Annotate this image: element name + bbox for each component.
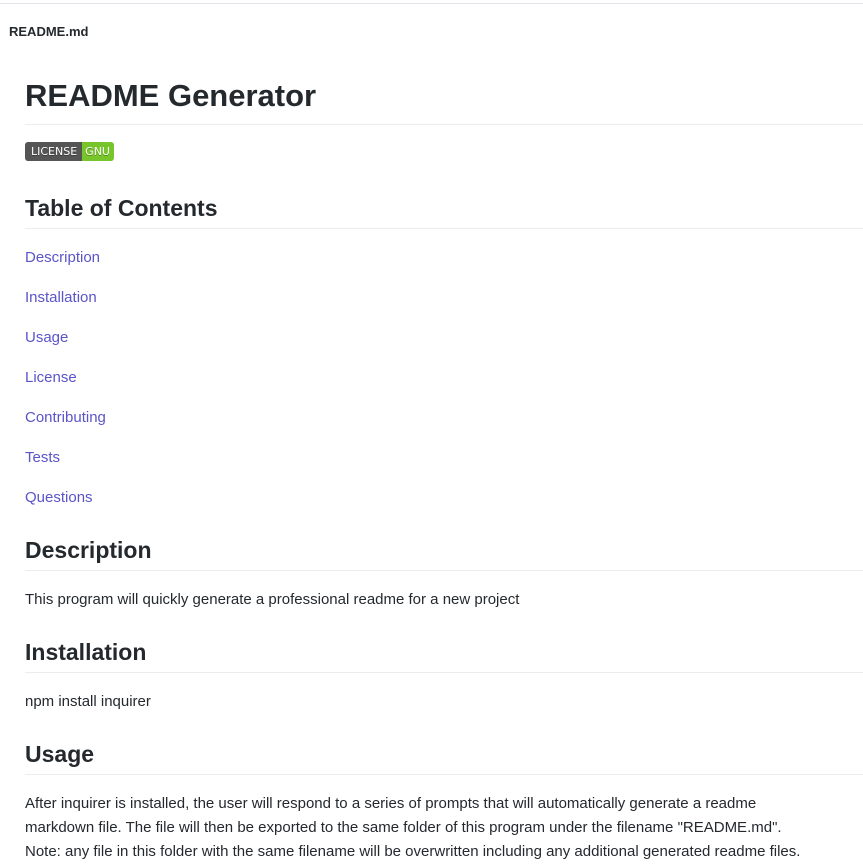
toc-divider xyxy=(25,228,863,229)
usage-line: Note: any file in this folder with the s… xyxy=(25,843,801,860)
installation-divider xyxy=(25,672,863,673)
toc-heading: Table of Contents xyxy=(25,195,218,221)
toc-link-contributing[interactable]: Contributing xyxy=(25,408,106,428)
title-divider xyxy=(25,124,863,125)
installation-heading: Installation xyxy=(25,639,147,665)
file-header-filename: README.md xyxy=(9,24,89,39)
description-divider xyxy=(25,570,863,571)
usage-heading: Usage xyxy=(25,741,95,767)
installation-text: npm install inquirer xyxy=(25,693,151,710)
top-divider xyxy=(0,3,863,4)
toc-link-tests[interactable]: Tests xyxy=(25,448,60,468)
usage-line: markdown file. The file will then be exp… xyxy=(25,819,782,836)
usage-divider xyxy=(25,774,863,775)
toc-link-description[interactable]: Description xyxy=(25,248,100,268)
license-badge[interactable]: LICENSE GNU xyxy=(25,142,114,161)
description-text: This program will quickly generate a pro… xyxy=(25,591,520,608)
toc-link-license[interactable]: License xyxy=(25,368,77,388)
toc-link-questions[interactable]: Questions xyxy=(25,488,93,508)
license-badge-value: GNU xyxy=(82,142,114,161)
usage-text: After inquirer is installed, the user wi… xyxy=(25,792,863,864)
toc-link-usage[interactable]: Usage xyxy=(25,328,68,348)
usage-line: After inquirer is installed, the user wi… xyxy=(25,795,757,812)
readme-title: README Generator xyxy=(25,78,317,113)
description-heading: Description xyxy=(25,537,152,563)
license-badge-label: LICENSE xyxy=(25,142,83,161)
toc-link-installation[interactable]: Installation xyxy=(25,288,97,308)
